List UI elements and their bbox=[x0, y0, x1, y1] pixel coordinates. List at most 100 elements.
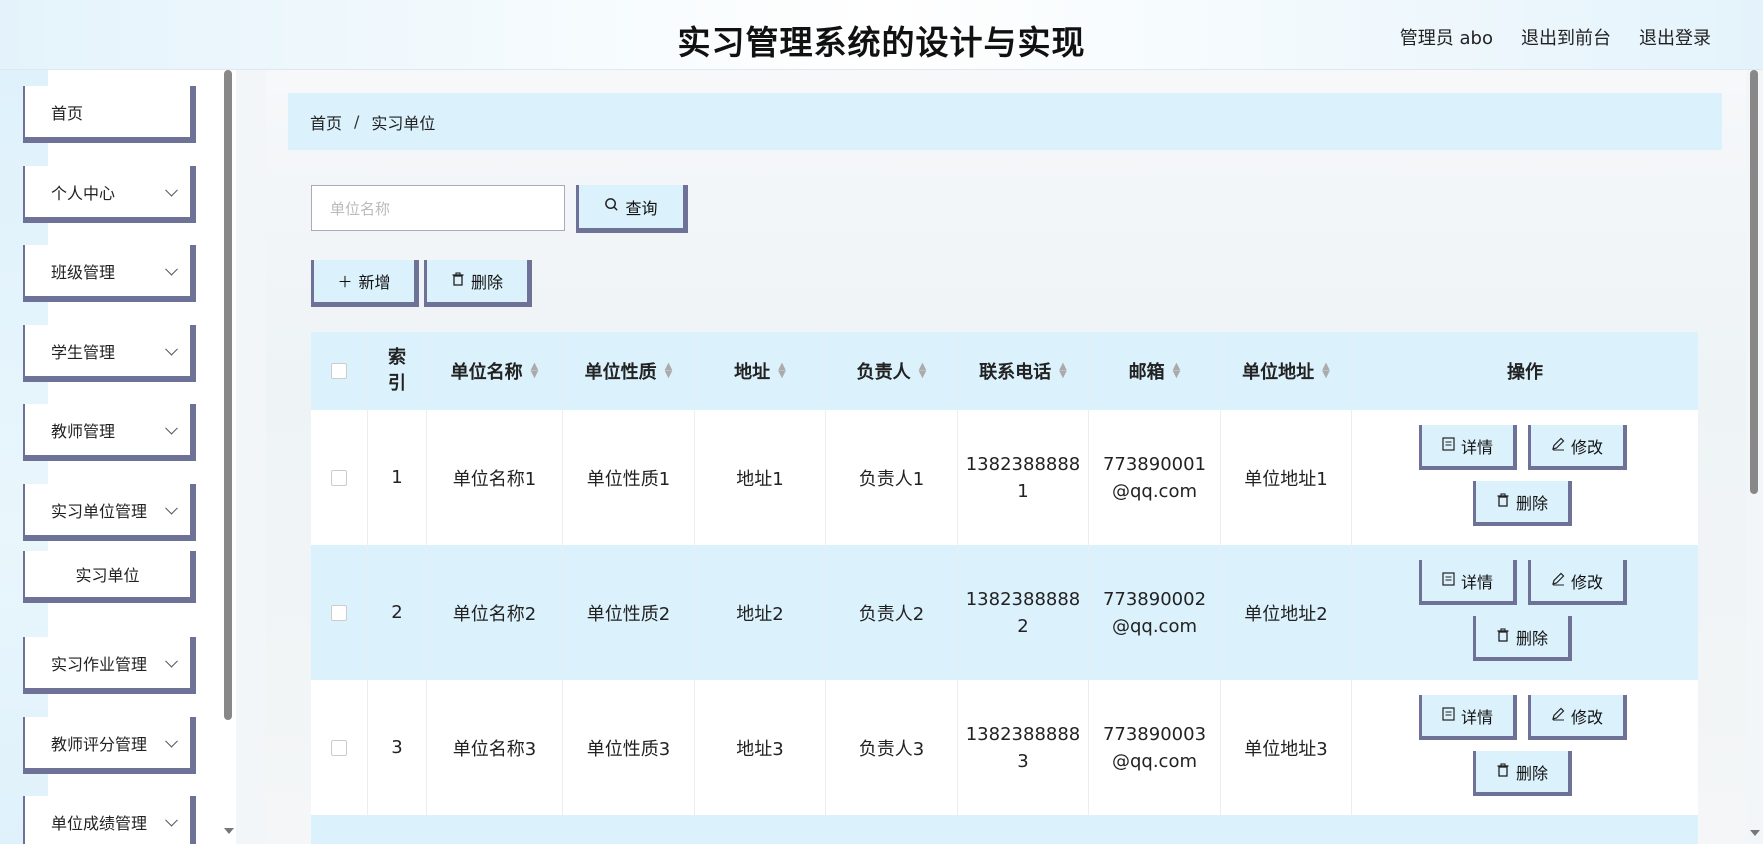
row-checkbox[interactable] bbox=[331, 739, 347, 756]
cell-manager: 负责人3 bbox=[826, 680, 958, 815]
row-delete-button[interactable]: 删除 bbox=[1473, 616, 1572, 661]
cell-email: 773890001 @qq.com bbox=[1089, 410, 1221, 545]
sidebar-item-label: 首页 bbox=[51, 103, 84, 123]
batch-delete-button[interactable]: 删除 bbox=[424, 260, 532, 307]
breadcrumb-home[interactable]: 首页 bbox=[310, 110, 342, 134]
search-placeholder: 单位名称 bbox=[330, 199, 391, 218]
select-all-checkbox[interactable] bbox=[331, 363, 347, 379]
table-row bbox=[311, 815, 1698, 844]
logout-link[interactable]: 退出登录 bbox=[1639, 24, 1711, 50]
header-actions: 管理员 abo 退出到前台 退出登录 bbox=[1400, 24, 1711, 50]
sidebar-item-label: 班级管理 bbox=[51, 262, 116, 282]
col-unit-address[interactable]: 单位地址 ▲ ▼ bbox=[1221, 332, 1352, 410]
sidebar-item-unit-grade-management[interactable]: 单位成绩管理 bbox=[23, 796, 196, 844]
sort-icon[interactable]: ▲ ▼ bbox=[1173, 362, 1181, 380]
col-index: 索引 bbox=[368, 332, 427, 410]
edit-button[interactable]: 修改 bbox=[1528, 560, 1627, 605]
sidebar-item-label: 单位成绩管理 bbox=[51, 813, 148, 833]
user-label: 管理员 abo bbox=[1399, 28, 1493, 49]
unit-name-search-input[interactable]: 单位名称 bbox=[311, 185, 565, 231]
chevron-down-icon bbox=[165, 262, 178, 276]
row-checkbox[interactable] bbox=[331, 604, 347, 621]
col-address[interactable]: 地址 ▲ ▼ bbox=[695, 332, 826, 410]
row-checkbox[interactable] bbox=[331, 469, 347, 486]
col-phone[interactable]: 联系电话 ▲ ▼ bbox=[958, 332, 1089, 410]
sidebar-scroll-down-icon[interactable] bbox=[224, 828, 234, 834]
chevron-down-icon bbox=[165, 813, 178, 827]
pencil-icon bbox=[1551, 706, 1565, 725]
search-icon bbox=[604, 197, 619, 216]
sidebar-item-teacher-scoring[interactable]: 教师评分管理 bbox=[23, 717, 196, 774]
breadcrumb-separator: / bbox=[354, 112, 360, 131]
plus-icon: ＋ bbox=[337, 272, 353, 291]
breadcrumb: 首页 / 实习单位 bbox=[288, 93, 1722, 150]
add-button[interactable]: ＋ 新增 bbox=[311, 260, 419, 307]
col-label: 地址 bbox=[734, 362, 771, 383]
sidebar-item-class-management[interactable]: 班级管理 bbox=[23, 245, 196, 302]
sidebar-scrollbar[interactable] bbox=[224, 70, 232, 720]
select-all-cell bbox=[311, 332, 368, 410]
sidebar-item-label: 学生管理 bbox=[51, 342, 116, 362]
sort-icon[interactable]: ▲ ▼ bbox=[1059, 362, 1067, 380]
trash-icon bbox=[1496, 492, 1510, 511]
edit-button[interactable]: 修改 bbox=[1528, 425, 1627, 470]
edit-button[interactable]: 修改 bbox=[1528, 695, 1627, 740]
search-button[interactable]: 查询 bbox=[576, 185, 688, 233]
cell-manager: 负责人1 bbox=[826, 410, 958, 545]
phone-line-2: 2 bbox=[1017, 615, 1029, 637]
col-label: 操作 bbox=[1507, 362, 1543, 383]
detail-button[interactable]: 详情 bbox=[1419, 560, 1517, 605]
sidebar-item-label: 实习作业管理 bbox=[51, 654, 148, 674]
add-button-label: 新增 bbox=[358, 273, 391, 292]
email-line-2: @qq.com bbox=[1111, 615, 1198, 637]
detail-label: 详情 bbox=[1460, 572, 1493, 592]
row-delete-label: 删除 bbox=[1515, 763, 1548, 783]
col-manager[interactable]: 负责人 ▲ ▼ bbox=[826, 332, 958, 410]
detail-button[interactable]: 详情 bbox=[1419, 425, 1517, 470]
pencil-icon bbox=[1551, 436, 1565, 455]
page-scrollbar[interactable] bbox=[1750, 70, 1758, 494]
col-unit-name[interactable]: 单位名称 ▲ ▼ bbox=[427, 332, 563, 410]
cell-index: 1 bbox=[368, 410, 427, 545]
document-icon bbox=[1442, 571, 1455, 590]
sidebar-item-home[interactable]: 首页 bbox=[23, 86, 196, 143]
sidebar-item-internship-unit-management[interactable]: 实习单位管理 bbox=[23, 484, 196, 541]
sidebar-item-student-management[interactable]: 学生管理 bbox=[23, 325, 196, 382]
row-delete-button[interactable]: 删除 bbox=[1473, 481, 1572, 526]
sort-icon[interactable]: ▲ ▼ bbox=[665, 362, 673, 380]
cell-manager: 负责人2 bbox=[826, 545, 958, 680]
chevron-down-icon bbox=[165, 501, 178, 515]
cell-email: 773890003 @qq.com bbox=[1089, 680, 1221, 815]
cell-unit-name: 单位名称1 bbox=[427, 410, 563, 545]
cell-phone: 1382388888 1 bbox=[958, 410, 1089, 545]
sidebar-item-label: 个人中心 bbox=[51, 183, 116, 203]
cell-phone: 1382388888 3 bbox=[958, 680, 1089, 815]
col-label: 邮箱 bbox=[1128, 362, 1165, 383]
sidebar-item-homework-management[interactable]: 实习作业管理 bbox=[23, 637, 196, 694]
sidebar-subitem-internship-unit[interactable]: 实习单位 bbox=[23, 551, 196, 603]
edit-label: 修改 bbox=[1570, 572, 1603, 592]
top-header: 实习管理系统的设计与实现 管理员 abo 退出到前台 退出登录 bbox=[0, 0, 1763, 70]
row-delete-button[interactable]: 删除 bbox=[1473, 751, 1572, 796]
sidebar-item-personal-center[interactable]: 个人中心 bbox=[23, 166, 196, 223]
phone-line-1: 1382388888 bbox=[965, 723, 1081, 745]
sort-icon[interactable]: ▲ ▼ bbox=[531, 362, 539, 380]
chevron-down-icon bbox=[165, 183, 178, 197]
trash-icon bbox=[1496, 762, 1510, 781]
sidebar-item-teacher-management[interactable]: 教师管理 bbox=[23, 404, 196, 461]
cell-unit-name: 单位名称2 bbox=[427, 545, 563, 680]
sort-icon[interactable]: ▲ ▼ bbox=[778, 362, 786, 380]
edit-label: 修改 bbox=[1570, 707, 1603, 727]
cell-unit-nature: 单位性质2 bbox=[563, 545, 695, 680]
col-unit-nature[interactable]: 单位性质 ▲ ▼ bbox=[563, 332, 695, 410]
page-scroll-down-icon[interactable] bbox=[1750, 830, 1760, 836]
batch-delete-label: 删除 bbox=[470, 273, 503, 292]
sort-icon[interactable]: ▲ ▼ bbox=[1322, 362, 1330, 380]
detail-button[interactable]: 详情 bbox=[1419, 695, 1517, 740]
sort-icon[interactable]: ▲ ▼ bbox=[919, 362, 927, 380]
cell-phone: 1382388888 2 bbox=[958, 545, 1089, 680]
col-actions: 操作 bbox=[1352, 332, 1698, 410]
exit-to-front-link[interactable]: 退出到前台 bbox=[1521, 24, 1611, 50]
cell-actions: 详情 修改 删除 bbox=[1352, 680, 1698, 815]
col-email[interactable]: 邮箱 ▲ ▼ bbox=[1089, 332, 1221, 410]
